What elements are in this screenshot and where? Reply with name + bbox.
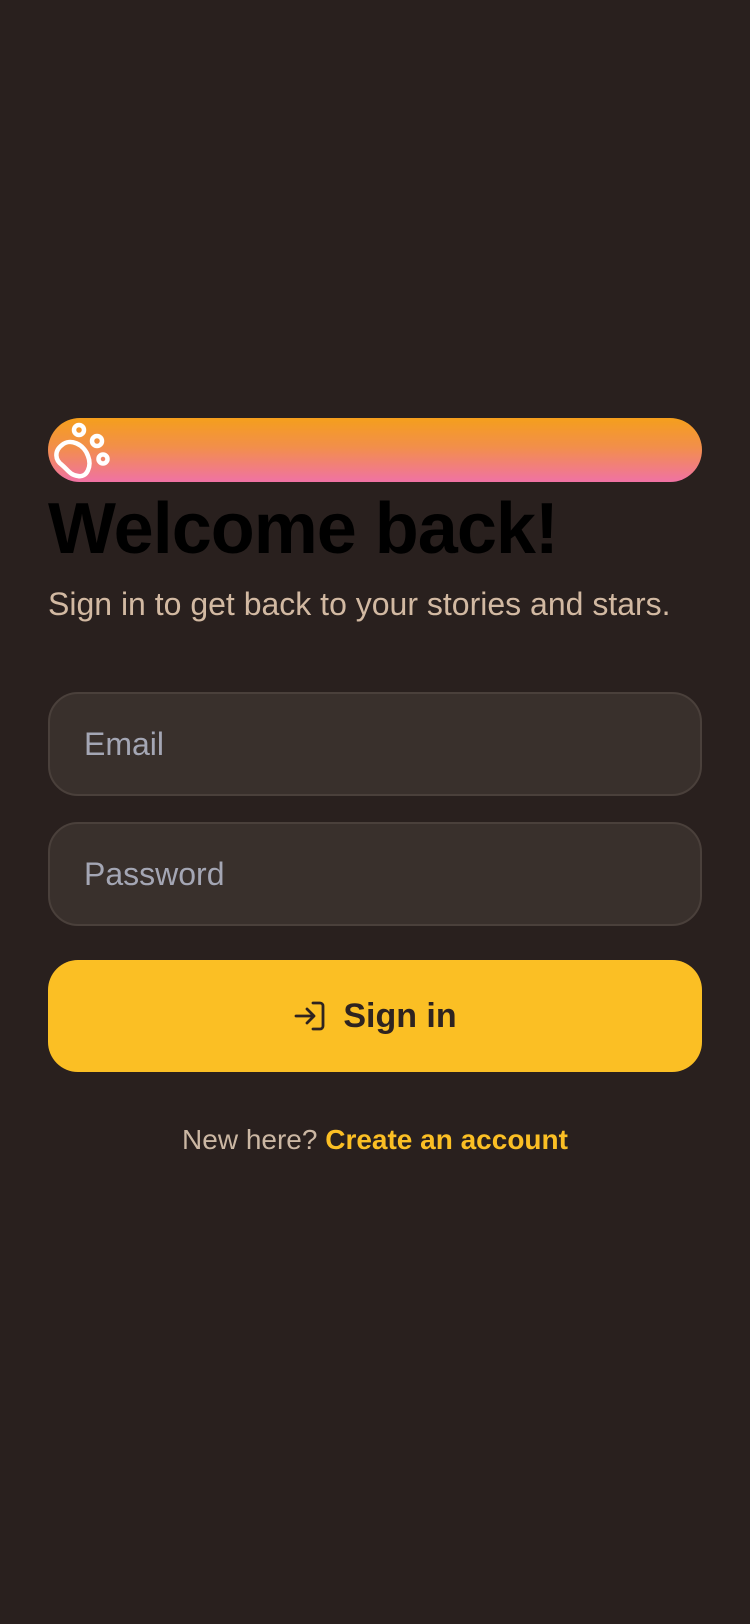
page-subtitle: Sign in to get back to your stories and …	[48, 586, 671, 622]
sign-in-icon	[293, 999, 327, 1033]
paw-icon	[54, 422, 110, 479]
signin-card: Welcome back! Sign in to get back to you…	[48, 418, 702, 1156]
sign-in-button[interactable]: Sign in	[48, 960, 702, 1072]
sign-in-label: Sign in	[343, 996, 457, 1035]
email-input[interactable]	[82, 724, 700, 764]
page-title: Welcome back!	[48, 489, 559, 569]
signup-prompt: New here? Create an account	[48, 1124, 702, 1156]
email-field[interactable]	[48, 692, 702, 796]
create-account-link[interactable]: Create an account	[325, 1124, 568, 1155]
signup-prompt-text: New here?	[182, 1124, 318, 1155]
password-input[interactable]	[82, 854, 700, 894]
brand-banner	[48, 418, 702, 482]
password-field[interactable]	[48, 822, 702, 926]
